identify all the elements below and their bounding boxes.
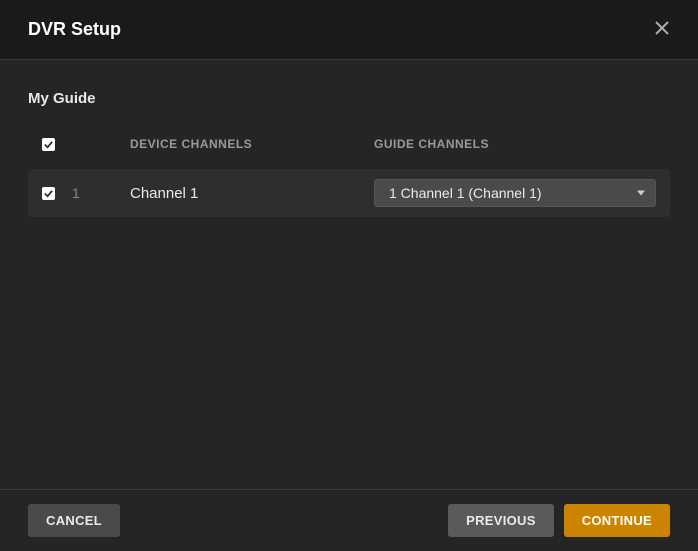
dialog-body: My Guide DEVICE CHANNELS GUIDE CHANNELS … (0, 60, 698, 489)
guide-channel-selected-label: 1 Channel 1 (Channel 1) (389, 185, 542, 201)
dialog-title: DVR Setup (28, 19, 121, 40)
guide-channel-select[interactable]: 1 Channel 1 (Channel 1) (374, 179, 656, 207)
dialog-footer: CANCEL PREVIOUS CONTINUE (0, 489, 698, 551)
section-title: My Guide (28, 90, 670, 107)
cancel-button[interactable]: CANCEL (28, 504, 120, 537)
channel-number: 1 (72, 185, 130, 201)
guide-channels-header: GUIDE CHANNELS (362, 137, 656, 151)
table-header-row: DEVICE CHANNELS GUIDE CHANNELS (28, 137, 670, 169)
dialog-header: DVR Setup (0, 0, 698, 60)
channel-table: DEVICE CHANNELS GUIDE CHANNELS 1 Channel… (28, 137, 670, 217)
row-checkbox[interactable] (42, 187, 55, 200)
close-icon (654, 19, 670, 41)
table-row: 1 Channel 1 1 Channel 1 (Channel 1) (28, 169, 670, 217)
device-channels-header: DEVICE CHANNELS (130, 137, 362, 151)
close-button[interactable] (654, 20, 670, 40)
device-channel-name: Channel 1 (130, 185, 362, 202)
continue-button[interactable]: CONTINUE (564, 504, 670, 537)
select-all-checkbox[interactable] (42, 138, 55, 151)
caret-down-icon (637, 191, 645, 196)
previous-button[interactable]: PREVIOUS (448, 504, 554, 537)
